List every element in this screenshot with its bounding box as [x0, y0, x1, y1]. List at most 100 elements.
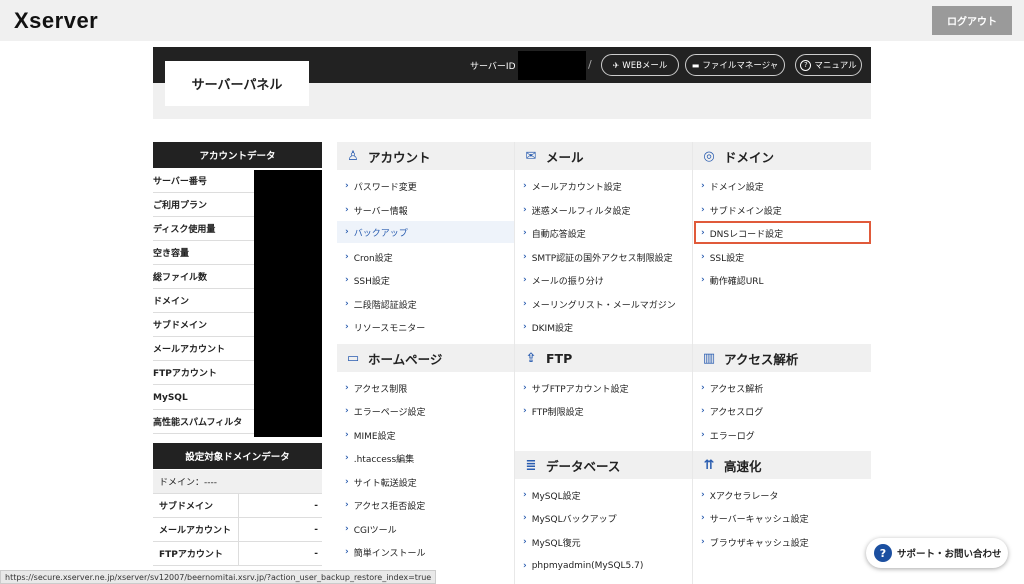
- menu-item-ssh[interactable]: › SSH設定: [345, 269, 390, 291]
- menu-item-resource-monitor[interactable]: › リソースモニター: [345, 316, 425, 338]
- globe-icon: ◎: [703, 148, 715, 164]
- chevron-right-icon: ›: [701, 252, 705, 262]
- menu-item-access-log[interactable]: › アクセスログ: [701, 400, 763, 422]
- chevron-right-icon: ›: [701, 537, 705, 547]
- menu-item-ssl[interactable]: › SSL設定: [701, 246, 744, 268]
- menu-item-password[interactable]: › パスワード変更: [345, 175, 417, 197]
- section-database: ≣ データベース: [515, 451, 692, 479]
- manual-button[interactable]: ? マニュアル: [795, 54, 862, 76]
- menu-item-site-redirect[interactable]: › サイト転送設定: [345, 471, 417, 493]
- menu-item-access-deny[interactable]: › アクセス拒否設定: [345, 494, 425, 516]
- chevron-right-icon: ›: [345, 322, 349, 332]
- chevron-right-icon: ›: [345, 500, 349, 510]
- chevron-right-icon: ›: [345, 227, 349, 237]
- highlight-box: [694, 221, 871, 244]
- menu-item-access-restriction[interactable]: › アクセス制限: [345, 377, 407, 399]
- menu-item-server-cache[interactable]: › サーバーキャッシュ設定: [701, 507, 809, 529]
- menu-item-2fa[interactable]: › 二段階認証設定: [345, 293, 417, 315]
- bar-chart-icon: ▥: [702, 350, 716, 366]
- menu-item-x-accelerator[interactable]: › Xアクセラレータ: [701, 484, 778, 506]
- menu-item-spam-filter[interactable]: › 迷惑メールフィルタ設定: [523, 199, 631, 221]
- menu-item-mime[interactable]: › MIME設定: [345, 424, 396, 446]
- menu-item-mail-account[interactable]: › メールアカウント設定: [523, 175, 622, 197]
- menu-item-dkim[interactable]: › DKIM設定: [523, 316, 573, 338]
- domain-data-domain: ドメイン：----: [153, 470, 322, 494]
- chevron-right-icon: ›: [523, 228, 527, 238]
- domain-data-row: サブドメイン -: [153, 494, 322, 518]
- chevron-right-icon: ›: [523, 561, 527, 571]
- server-id-redacted: [518, 51, 586, 80]
- section-homepage: ▭ ホームページ: [337, 344, 514, 372]
- webmail-button[interactable]: ✈ WEBメール: [601, 54, 679, 76]
- question-icon: ?: [800, 59, 812, 71]
- chevron-right-icon: ›: [701, 490, 705, 500]
- chevron-right-icon: ›: [523, 181, 527, 191]
- menu-item-mysql-restore[interactable]: › MySQL復元: [523, 531, 581, 553]
- menu-item-phpmyadmin[interactable]: › phpmyadmin(MySQL5.7): [523, 555, 643, 577]
- menu-item-access-analytics[interactable]: › アクセス解析: [701, 377, 763, 399]
- chevron-right-icon: ›: [345, 477, 349, 487]
- account-values-redacted: [254, 170, 322, 437]
- upload-icon: ⇪: [525, 350, 537, 366]
- browser-window-icon: ▭: [346, 350, 360, 366]
- menu-item-mail-sorting[interactable]: › メールの振り分け: [523, 269, 604, 291]
- menu-item-ftp-restriction[interactable]: › FTP制限設定: [523, 400, 584, 422]
- menu-item-cron[interactable]: › Cron設定: [345, 246, 393, 268]
- chevron-right-icon: ›: [345, 453, 349, 463]
- chevron-right-icon: ›: [345, 252, 349, 262]
- section-domain: ◎ ドメイン: [693, 142, 871, 170]
- status-bar-url: https://secure.xserver.ne.jp/xserver/sv1…: [0, 570, 437, 584]
- menu-item-subdomain[interactable]: › サブドメイン設定: [701, 199, 782, 221]
- menu-item-error-page[interactable]: › エラーページ設定: [345, 400, 426, 422]
- chevron-right-icon: ›: [345, 383, 349, 393]
- section-account: ♙ アカウント: [337, 142, 514, 170]
- xserver-logo[interactable]: Xserver: [14, 8, 98, 34]
- menu-item-domain-settings[interactable]: › ドメイン設定: [701, 175, 764, 197]
- account-data-heading: アカウントデータ: [153, 142, 322, 168]
- domain-data-row: FTPアカウント -: [153, 542, 322, 566]
- menu-item-server-info[interactable]: › サーバー情報: [345, 199, 408, 221]
- menu-item-easy-install[interactable]: › 簡単インストール: [345, 541, 426, 563]
- envelope-icon: ✉: [525, 148, 537, 164]
- section-analytics: ▥ アクセス解析: [693, 344, 871, 372]
- menu-item-mysql-settings[interactable]: › MySQL設定: [523, 484, 581, 506]
- header-separator: /: [588, 58, 592, 71]
- webmail-label: WEBメール: [622, 61, 668, 71]
- folder-icon: ▬: [691, 60, 700, 70]
- chevron-right-icon: ›: [523, 513, 527, 523]
- chevron-right-icon: ›: [345, 524, 349, 534]
- menu-item-backup[interactable]: › バックアップ: [337, 221, 514, 243]
- chevron-right-icon: ›: [345, 547, 349, 557]
- domain-data-heading: 設定対象ドメインデータ: [153, 443, 322, 469]
- menu-item-htaccess[interactable]: › .htaccess編集: [345, 447, 414, 469]
- support-button[interactable]: ? サポート・お問い合わせ: [866, 538, 1008, 568]
- menu-item-sub-ftp[interactable]: › サブFTPアカウント設定: [523, 377, 629, 399]
- chevron-right-icon: ›: [345, 299, 349, 309]
- menu-item-mysql-backup[interactable]: › MySQLバックアップ: [523, 507, 617, 529]
- chevron-right-icon: ›: [701, 513, 705, 523]
- chevron-right-icon: ›: [523, 406, 527, 416]
- database-icon: ≣: [525, 457, 537, 473]
- menu-item-mailing-list[interactable]: › メーリングリスト・メールマガジン: [523, 293, 676, 315]
- manual-label: マニュアル: [814, 61, 857, 71]
- section-speed: ⇈ 高速化: [693, 451, 871, 479]
- section-ftp: ⇪ FTP: [515, 344, 692, 372]
- chevron-right-icon: ›: [523, 383, 527, 393]
- file-manager-label: ファイルマネージャ: [702, 61, 779, 71]
- file-manager-button[interactable]: ▬ ファイルマネージャ: [685, 54, 785, 76]
- chevron-right-icon: ›: [345, 430, 349, 440]
- chevron-right-icon: ›: [701, 406, 705, 416]
- menu-item-cgi-tools[interactable]: › CGIツール: [345, 518, 397, 540]
- menu-item-browser-cache[interactable]: › ブラウザキャッシュ設定: [701, 531, 809, 553]
- paper-plane-icon: ✈: [612, 60, 620, 70]
- menu-item-smtp-restriction[interactable]: › SMTP認証の国外アクセス制限設定: [523, 246, 673, 268]
- chevron-right-icon: ›: [523, 252, 527, 262]
- menu-item-error-log[interactable]: › エラーログ: [701, 424, 755, 446]
- menu-item-test-url[interactable]: › 動作確認URL: [701, 269, 764, 291]
- chevron-right-icon: ›: [701, 430, 705, 440]
- logout-button[interactable]: ログアウト: [932, 6, 1012, 35]
- chevron-right-icon: ›: [701, 275, 705, 285]
- menu-item-auto-reply[interactable]: › 自動応答設定: [523, 222, 586, 244]
- rocket-icon: ⇈: [703, 457, 715, 473]
- chevron-right-icon: ›: [345, 205, 349, 215]
